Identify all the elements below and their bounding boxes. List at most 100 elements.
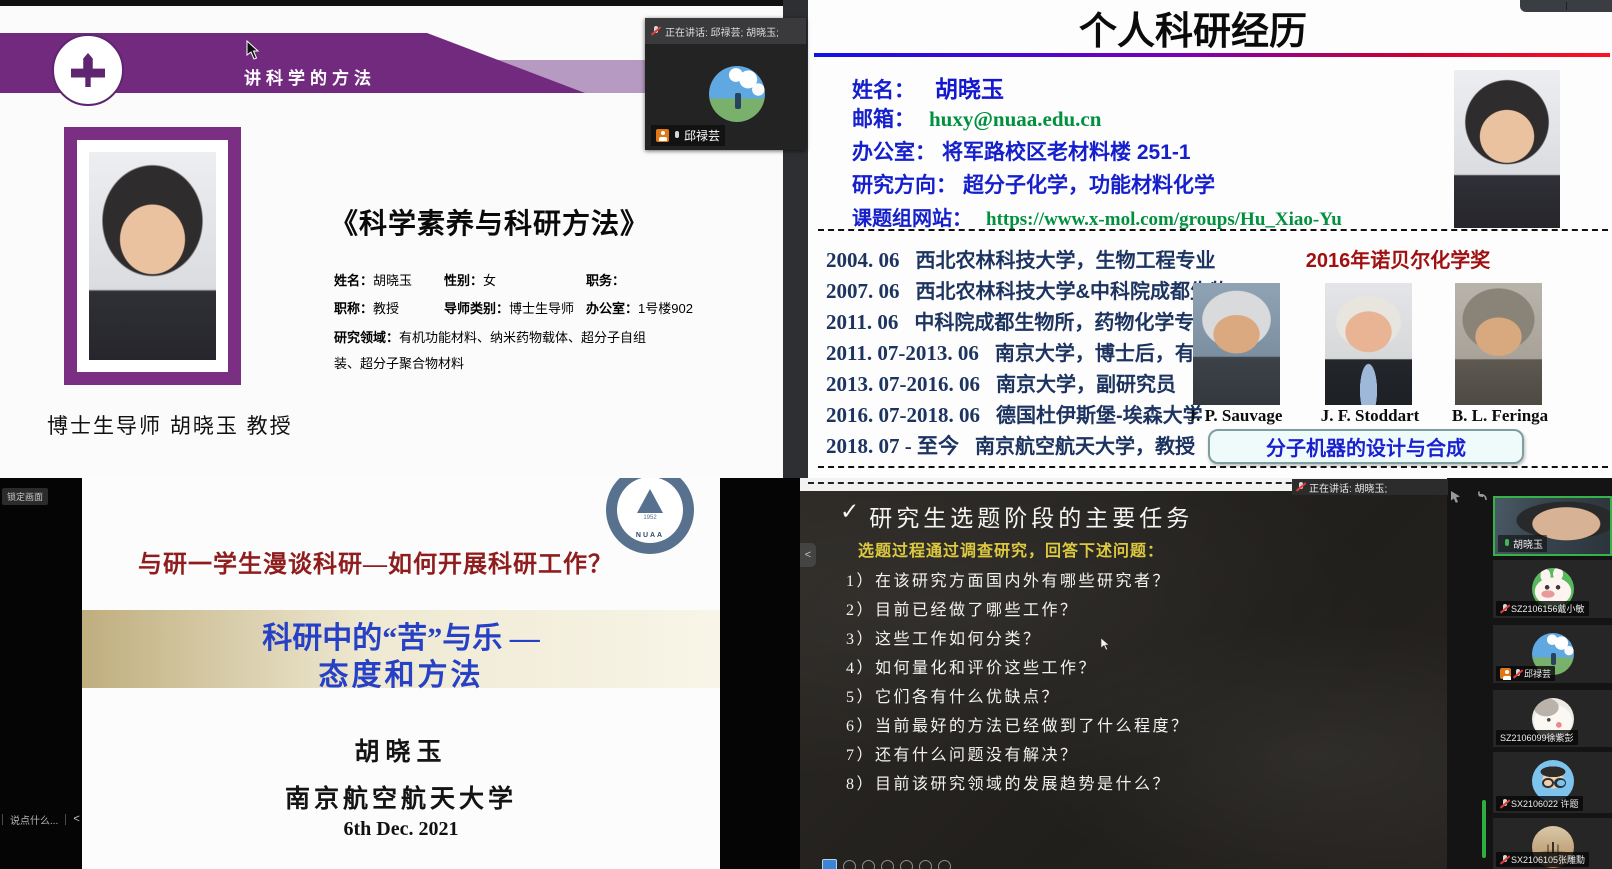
participant-name: SX2106022 许题 bbox=[1511, 797, 1579, 810]
question-item: 3）这些工作如何分类？ bbox=[846, 625, 1190, 654]
presenter-toolbar[interactable] bbox=[822, 859, 951, 869]
slide-title: 个人科研经历 bbox=[808, 0, 1578, 55]
active-mic-icon bbox=[1502, 538, 1511, 550]
checkmark-icon: ✓ bbox=[840, 499, 863, 533]
question-item: 2）目前已经做了哪些工作？ bbox=[846, 596, 1190, 625]
tool-circle-icon[interactable] bbox=[862, 860, 875, 869]
chat-collapse-chevron[interactable]: < bbox=[73, 813, 79, 825]
question-item: 4）如何量化和评价这些工作？ bbox=[846, 654, 1190, 683]
timeline-text: 南京航空航天大学，教授 bbox=[975, 436, 1195, 458]
timeline-text: 南京大学，副研究员 bbox=[996, 374, 1176, 396]
molecular-machines-text: 分子机器的设计与合成 bbox=[1266, 432, 1466, 461]
participant-tile-video[interactable]: 胡晓玉 bbox=[1493, 496, 1612, 556]
molecular-machines-box: 分子机器的设计与合成 bbox=[1208, 429, 1524, 464]
gender-value: 女 bbox=[483, 273, 496, 288]
slide-footer-author: 博士生导师 胡晓玉 教授 bbox=[47, 410, 293, 440]
dashed-divider-top bbox=[818, 229, 1608, 231]
professor-photo bbox=[89, 152, 216, 360]
laureate-name: J. F. Stoddart bbox=[1295, 406, 1445, 426]
nuaa-logo: 1952 NUAA bbox=[606, 478, 694, 554]
title-band: 科研中的“苦”与乐 — 态度和方法 bbox=[82, 610, 720, 688]
mouse-cursor bbox=[246, 40, 260, 65]
talk-date: 6th Dec. 2021 bbox=[82, 818, 720, 841]
institute-logo-icon bbox=[71, 53, 105, 87]
participant-tile[interactable]: SZ2106156戴小敏 bbox=[1493, 560, 1612, 618]
tool-circle-icon[interactable] bbox=[881, 860, 894, 869]
speaking-indicator-bar: 正在讲话: 胡晓玉; bbox=[1292, 479, 1448, 495]
pin-view-button[interactable]: 锁定画面 bbox=[2, 488, 48, 505]
top-edge-strip bbox=[0, 0, 783, 6]
laureate-photo-stoddart bbox=[1325, 283, 1412, 405]
participant-name: SX2106105张雕勳 bbox=[1511, 853, 1585, 866]
rank-label: 职称： bbox=[334, 301, 373, 316]
question-item: 7）还有什么问题没有解决？ bbox=[846, 741, 1190, 770]
timeline-date: 2018. 07 - 至今 bbox=[826, 434, 959, 458]
laureate-photo-sauvage bbox=[1193, 283, 1280, 405]
pointer-icon[interactable] bbox=[1449, 490, 1462, 503]
floating-video-window[interactable]: 正在讲话: 邱禄芸; 胡晓玉; 邱禄芸 bbox=[645, 18, 806, 150]
person-badge-icon bbox=[1500, 668, 1511, 679]
participant-tile[interactable]: SX2106022 许题 bbox=[1493, 752, 1612, 813]
muted-mic-icon bbox=[1296, 481, 1305, 493]
professor-photo bbox=[1454, 70, 1560, 228]
tool-circle-icon[interactable] bbox=[919, 860, 932, 869]
timeline-date: 2011. 07-2013. 06 bbox=[826, 341, 979, 365]
floating-toolbar-nub[interactable] bbox=[1520, 0, 1612, 12]
participant-name: SZ2106156戴小敏 bbox=[1511, 602, 1585, 615]
nobel-title: 2016年诺贝尔化学奖 bbox=[1248, 244, 1548, 273]
participant-name: SZ2106099徐紫彭 bbox=[1500, 731, 1574, 744]
blackboard-slide: ✓ 研究生选题阶段的主要任务 选题过程通过调查研究，回答下述问题： 1）在该研究… bbox=[800, 491, 1447, 869]
participant-tile[interactable]: SX2106105张雕勳 bbox=[1493, 818, 1612, 869]
question-item: 8）目前该研究领域的发展趋势是什么？ bbox=[846, 770, 1190, 799]
chat-input-bar[interactable]: 说点什么... < bbox=[0, 810, 80, 828]
sidebar-scroll-indicator[interactable] bbox=[1482, 800, 1486, 858]
talk-title-line2: 态度和方法 bbox=[82, 650, 720, 694]
muted-mic-icon bbox=[1500, 854, 1509, 866]
cover-slide: 1952 NUAA 与研一学生漫谈科研—如何开展科研工作？ 科研中的“苦”与乐 … bbox=[82, 478, 720, 869]
nuaa-logo-pine-icon bbox=[637, 489, 663, 513]
office-value: 将军路校区老材料楼 251-1 bbox=[942, 141, 1191, 164]
name-value: 胡晓玉 bbox=[373, 273, 412, 288]
laureate-name: J. P. Sauvage bbox=[1160, 406, 1310, 426]
talk-subtitle: 与研一学生漫谈科研—如何开展科研工作？ bbox=[138, 544, 678, 579]
timeline-date: 2016. 07-2018. 06 bbox=[826, 403, 980, 427]
annotation-tools[interactable] bbox=[1449, 490, 1488, 503]
laureate-photo-feringa bbox=[1455, 283, 1542, 405]
board-title: 研究生选题阶段的主要任务 bbox=[869, 499, 1193, 533]
speaking-indicator-text: 正在讲话: 邱禄芸; 胡晓玉; bbox=[665, 24, 779, 39]
board-subtitle: 选题过程通过调查研究，回答下述问题： bbox=[858, 537, 1164, 561]
meeting-collage: 讲科学的方法 《科学素养与科研方法》 姓名：胡晓玉 性别：女 职务： 职称：教授… bbox=[0, 0, 1612, 869]
participant-name: 胡晓玉 bbox=[1513, 536, 1543, 551]
participant-tile[interactable]: 邱禄芸 bbox=[1493, 625, 1612, 683]
university-name: 南京航空航天大学 bbox=[82, 779, 720, 815]
slide-title: 《科学素养与科研方法》 bbox=[330, 202, 670, 242]
divider bbox=[2, 814, 3, 825]
dashed-divider-bottom bbox=[818, 466, 1608, 468]
chat-input-placeholder[interactable]: 说点什么... bbox=[10, 812, 58, 827]
mic-icon bbox=[672, 130, 681, 142]
office-label: 办公室： bbox=[586, 301, 638, 316]
tool-circle-icon[interactable] bbox=[938, 860, 951, 869]
undo-arrow-icon[interactable] bbox=[1475, 490, 1488, 503]
presenter-cursor bbox=[1100, 637, 1110, 656]
mentor-value: 博士生导师 bbox=[509, 301, 574, 316]
panel-collapse-chevron[interactable]: < bbox=[800, 543, 816, 567]
office-label: 办公室： bbox=[852, 141, 936, 164]
participant-sidebar: 胡晓玉 SZ2106156戴小敏 邱禄芸 bbox=[1447, 478, 1612, 869]
participant-name: 邱禄芸 bbox=[684, 127, 720, 144]
speaking-indicator-bar: 正在讲话: 邱禄芸; 胡晓玉; bbox=[645, 18, 806, 44]
nuaa-logo-year: 1952 bbox=[643, 515, 656, 521]
timeline-date: 2011. 06 bbox=[826, 310, 898, 334]
question-item: 1）在该研究方面国内外有哪些研究者？ bbox=[846, 567, 1190, 596]
participant-tile[interactable]: SZ2106099徐紫彭 bbox=[1493, 690, 1612, 747]
tool-circle-icon[interactable] bbox=[900, 860, 913, 869]
divider bbox=[65, 814, 66, 825]
laureate-name: B. L. Feringa bbox=[1425, 406, 1575, 426]
website-value: https://www.x-mol.com/groups/Hu_Xiao-Yu bbox=[986, 209, 1342, 230]
mentor-label: 导师类别： bbox=[444, 301, 509, 316]
pen-color-swatch[interactable] bbox=[822, 859, 837, 869]
muted-mic-icon bbox=[1500, 798, 1509, 810]
participant-avatar bbox=[709, 66, 765, 122]
timeline-date: 2013. 07-2016. 06 bbox=[826, 372, 980, 396]
tool-circle-icon[interactable] bbox=[843, 860, 856, 869]
